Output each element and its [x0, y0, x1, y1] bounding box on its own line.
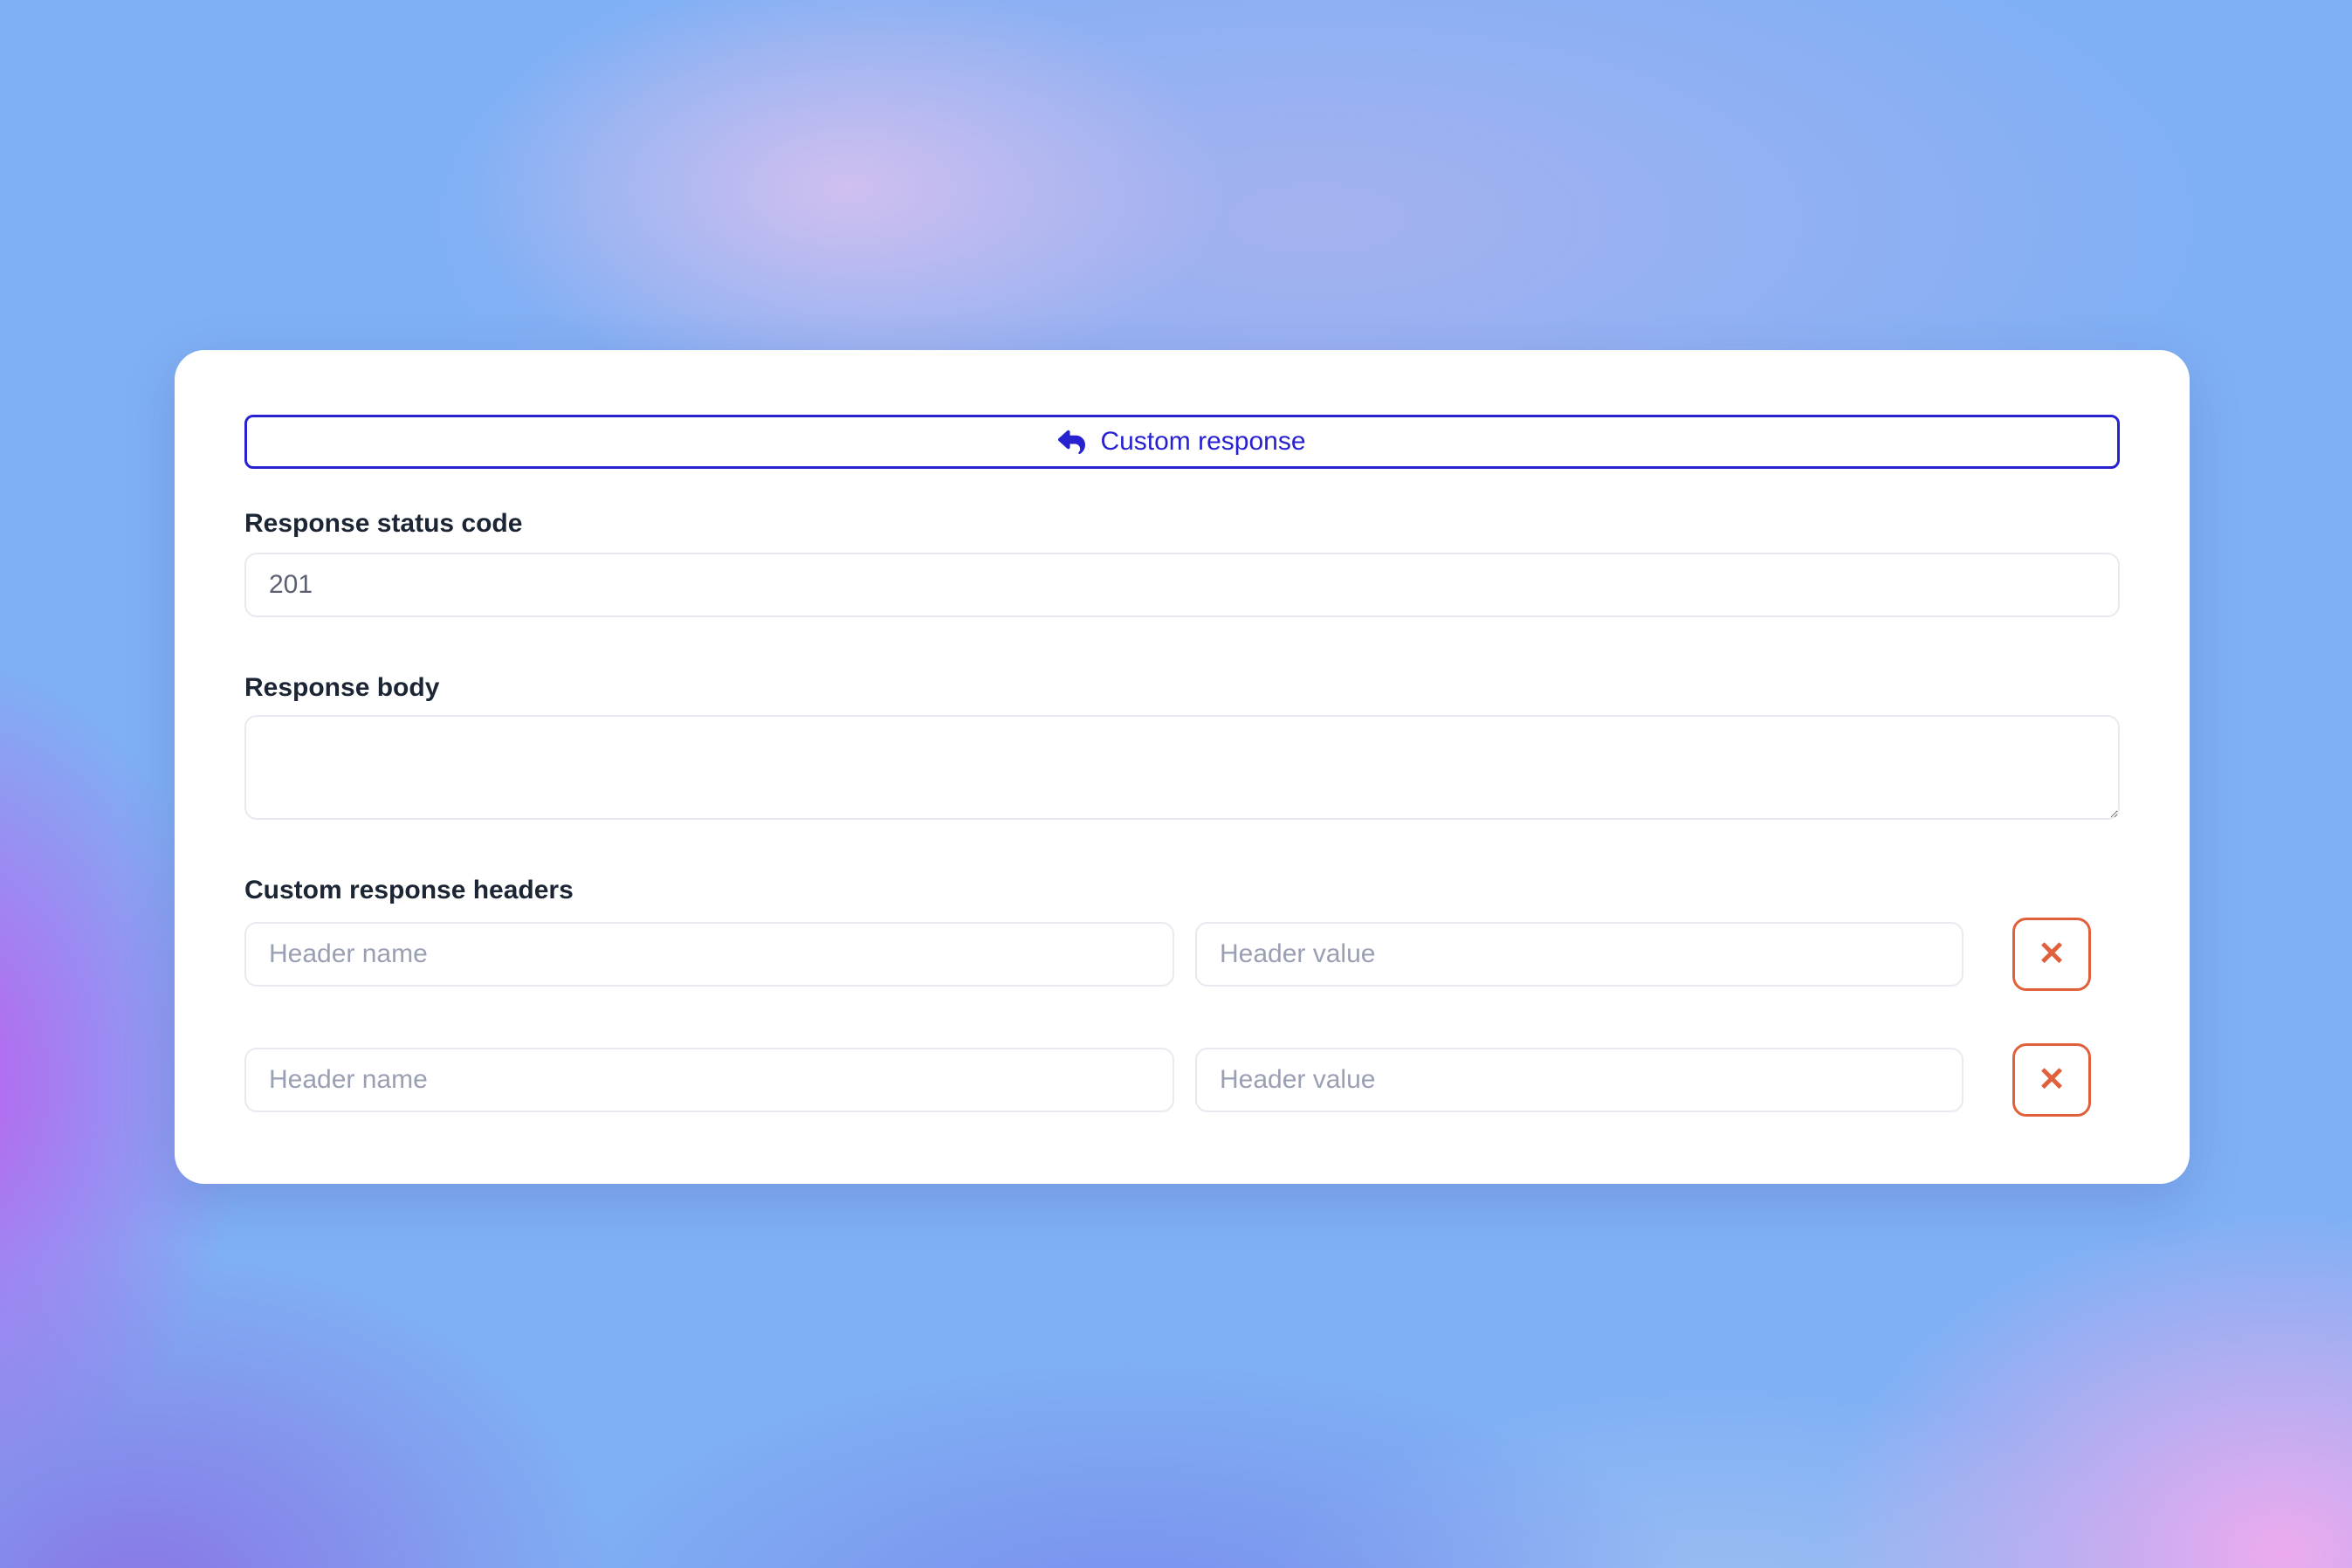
- remove-header-button[interactable]: ✕: [2012, 918, 2091, 991]
- header-value-input[interactable]: [1195, 922, 1963, 987]
- response-body-label: Response body: [244, 671, 2120, 705]
- custom-response-panel: Custom response Response status code Res…: [175, 350, 2190, 1184]
- custom-response-button-label: Custom response: [1100, 427, 1305, 457]
- header-name-input[interactable]: [244, 922, 1174, 987]
- close-icon: ✕: [2038, 1063, 2066, 1097]
- remove-header-button[interactable]: ✕: [2012, 1043, 2091, 1117]
- reply-icon: [1058, 429, 1085, 456]
- page-background: { "background": { "base_color": "#7fb0f4…: [0, 0, 2352, 1568]
- header-value-input[interactable]: [1195, 1048, 1963, 1112]
- header-row: ✕: [244, 918, 2120, 991]
- response-body-textarea[interactable]: [244, 715, 2120, 820]
- header-row: ✕: [244, 1043, 2120, 1117]
- custom-headers-label: Custom response headers: [244, 874, 2120, 907]
- status-code-label: Response status code: [244, 507, 2120, 540]
- header-name-input[interactable]: [244, 1048, 1174, 1112]
- status-code-input[interactable]: [244, 553, 2120, 617]
- custom-response-button[interactable]: Custom response: [244, 415, 2120, 469]
- close-icon: ✕: [2038, 938, 2066, 971]
